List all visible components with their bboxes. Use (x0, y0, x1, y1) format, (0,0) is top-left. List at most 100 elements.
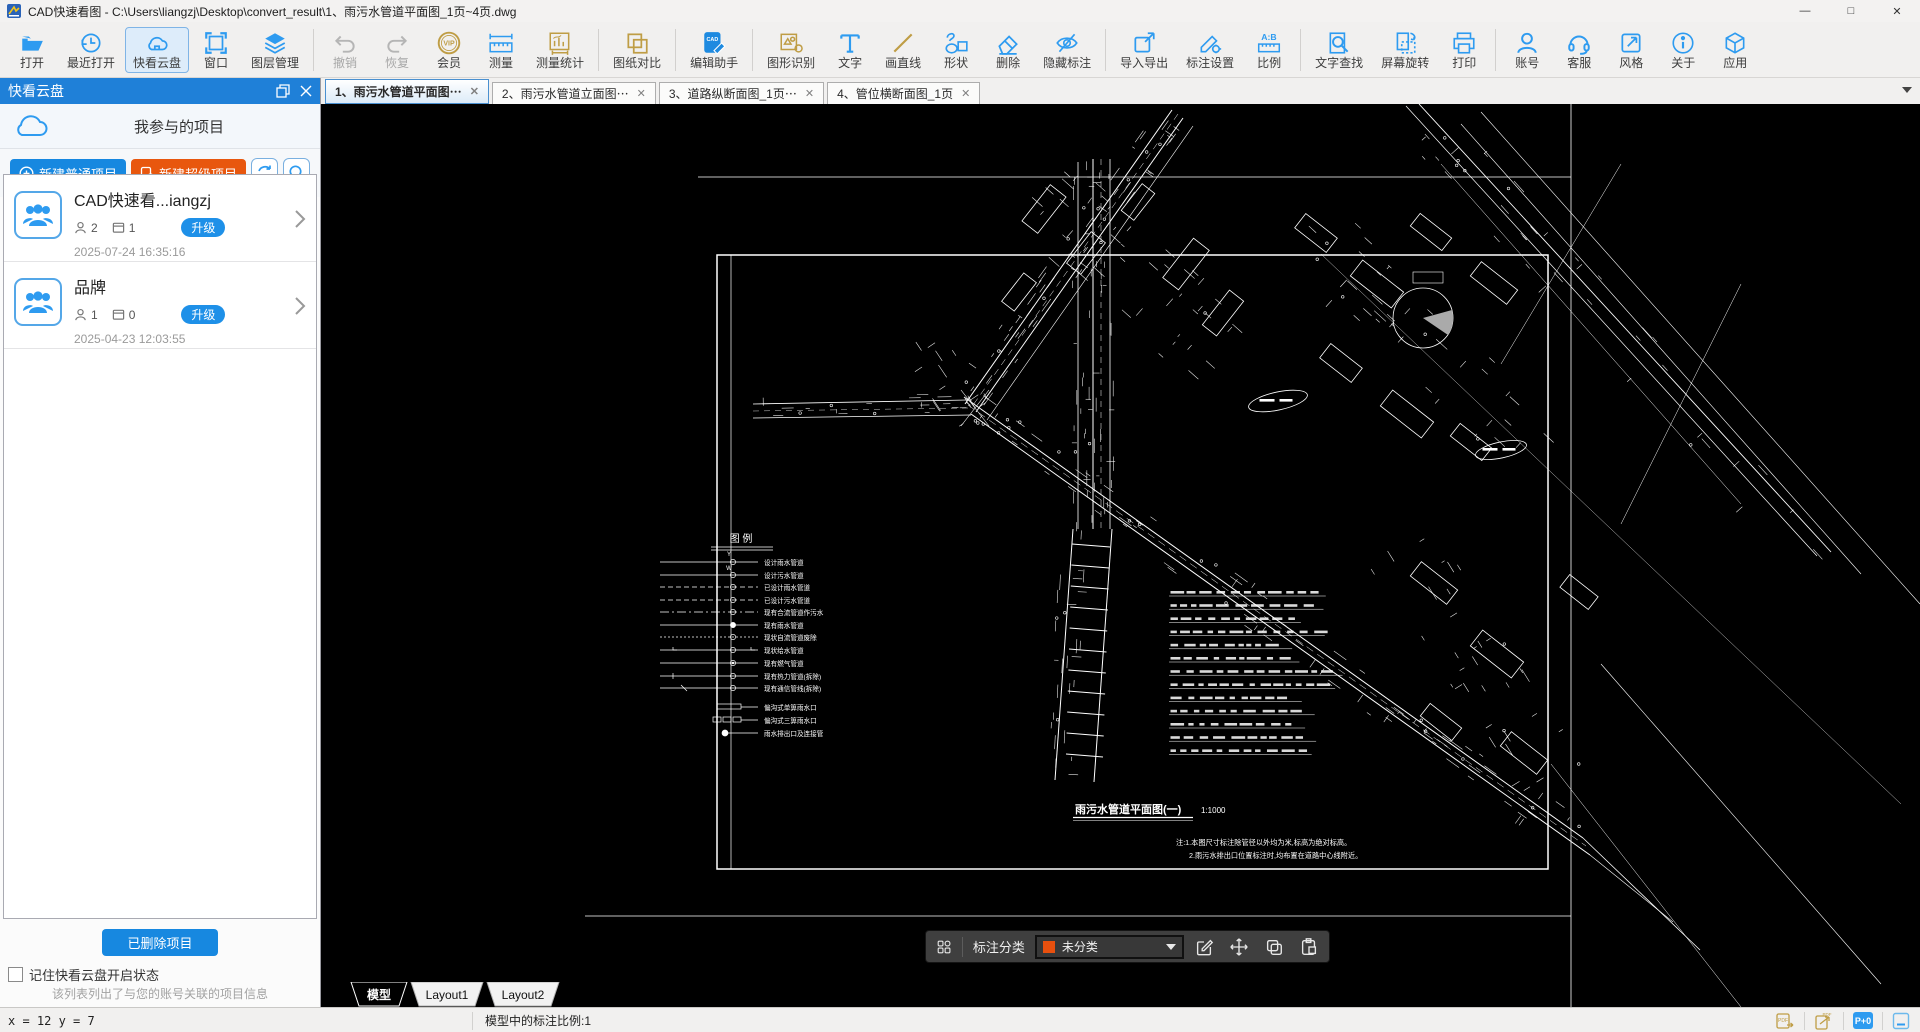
deleted-projects-button[interactable]: 已删除项目 (102, 929, 218, 956)
svg-text:雨水排出口及连接管: 雨水排出口及连接管 (764, 729, 824, 738)
maximize-button[interactable]: □ (1828, 0, 1874, 22)
scale-ab-icon: A:B (1258, 31, 1281, 52)
cloud-drive-panel: 快看云盘 我参与的项目 新建普通项目 新建超级项目 (0, 78, 321, 1007)
text-tool-button[interactable]: 文字 (825, 27, 875, 73)
float-panel-icon[interactable] (276, 84, 290, 98)
cloud-drive-button[interactable]: 快看云盘 (125, 26, 190, 73)
open-button[interactable]: 打开 (7, 27, 57, 73)
apps-button[interactable]: 应用 (1710, 27, 1760, 73)
shape-recognition-button[interactable]: 图形识别 (759, 27, 823, 73)
recent-open-button[interactable]: 最近打开 (59, 27, 123, 73)
close-button[interactable]: ✕ (1874, 0, 1920, 22)
tab-drawing-1[interactable]: 1、雨污水管道平面图⋯ ✕ (325, 79, 489, 104)
support-button[interactable]: 客服 (1554, 27, 1604, 73)
print-icon (1453, 31, 1475, 54)
panel-toggle-icon[interactable] (1892, 1012, 1910, 1030)
svg-text:现有热力管道(拆除): 现有热力管道(拆除) (764, 672, 821, 681)
measure-button[interactable]: 测量 (476, 27, 526, 73)
edit-assistant-button[interactable]: CAD 编辑助手 (682, 27, 746, 73)
scale-button[interactable]: A:B 比例 (1244, 27, 1294, 73)
annotation-bar-divider (962, 936, 963, 957)
annotation-grid-icon[interactable] (936, 936, 952, 958)
vip-member-button[interactable]: VIP 会员 (424, 27, 474, 73)
drawing-compare-button[interactable]: 图纸对比 (605, 27, 669, 73)
close-panel-icon[interactable] (300, 85, 312, 97)
tab-list-dropdown-icon[interactable] (1902, 87, 1912, 93)
cloud-outline-icon (17, 115, 48, 136)
screen-rotate-button[interactable]: 屏幕旋转 (1373, 27, 1437, 73)
window-button[interactable]: 窗口 (191, 27, 241, 73)
upgrade-badge[interactable]: 升级 (181, 305, 226, 324)
remember-checkbox[interactable] (8, 967, 23, 982)
about-info-icon (1672, 31, 1694, 54)
statusbar-separator (1804, 1011, 1805, 1030)
layout-tab-strip: 模型 Layout1 Layout2 (350, 982, 560, 1007)
import-export-button[interactable]: 导入导出 (1112, 27, 1176, 73)
annotation-category-label: 标注分类 (972, 940, 1025, 955)
svg-text:VIP: VIP (443, 40, 455, 47)
main-toolbar: 打开 最近打开 快看云盘 窗口 图层管理 撤销 恢复 VIP 会员 测量 测量统… (0, 22, 1920, 78)
text-tool-icon (840, 33, 860, 53)
cloud-panel-title: 快看云盘 (8, 83, 64, 99)
annotation-category-dropdown[interactable]: 未分类 (1034, 934, 1184, 959)
measure-stats-button[interactable]: 测量统计 (528, 27, 592, 73)
category-value: 未分类 (1061, 940, 1098, 954)
undo-icon (335, 35, 355, 53)
chevron-right-icon[interactable] (294, 296, 306, 316)
copy-annotation-icon[interactable] (1264, 937, 1284, 957)
svg-text:注:1.本图尺寸标注除管径以外均为米,标高为绝对标高。: 注:1.本图尺寸标注除管径以外均为米,标高为绝对标高。 (1176, 838, 1351, 847)
minimize-button[interactable]: — (1782, 0, 1828, 22)
project-avatar (14, 278, 62, 326)
svg-text:现状自流管道废除: 现状自流管道废除 (764, 633, 817, 642)
undo-button[interactable]: 撤销 (320, 27, 370, 73)
tab-close-icon[interactable]: ✕ (470, 85, 479, 98)
tab-close-icon[interactable]: ✕ (961, 87, 970, 100)
paste-annotation-icon[interactable] (1299, 937, 1319, 957)
tab-drawing-3[interactable]: 3、道路纵断面图_1页⋯ ✕ (658, 82, 825, 104)
style-button[interactable]: 风格 (1606, 27, 1656, 73)
toolbar-separator (1495, 28, 1497, 71)
drawings-icon (112, 222, 124, 233)
svg-text:现状给水管道: 现状给水管道 (764, 646, 804, 655)
move-annotation-icon[interactable] (1229, 937, 1249, 957)
upgrade-badge[interactable]: 升级 (181, 218, 226, 237)
cad-canvas[interactable]: 图 例 Y W 设计雨水管道 设计污水管道 已设计雨水管道 已设计污水管道 现有… (321, 104, 1920, 1007)
svg-text:偏沟式三箅雨水口: 偏沟式三箅雨水口 (764, 716, 817, 725)
redo-button[interactable]: 恢复 (372, 27, 422, 73)
svg-text:1:1000: 1:1000 (1201, 806, 1226, 815)
svg-text:2.雨污水排出口位置标注时,均布置在道路中心线附近。: 2.雨污水排出口位置标注时,均布置在道路中心线附近。 (1189, 851, 1362, 860)
p0-scale-badge[interactable]: P+0 (1853, 1012, 1873, 1029)
hide-annotations-button[interactable]: 隐藏标注 (1035, 27, 1099, 73)
shapes-button[interactable]: 形状 (931, 27, 981, 73)
toolbar-separator (598, 28, 600, 71)
style-icon (1621, 32, 1641, 53)
tab-close-icon[interactable]: ✕ (637, 87, 646, 100)
tab-drawing-4[interactable]: 4、管位横断面图_1页 ✕ (827, 82, 981, 104)
edit-assistant-icon: CAD (704, 31, 726, 55)
project-name: CAD快速看...iangzj (74, 193, 211, 210)
project-row-2[interactable]: 品牌 1 0 升级 2025-04-23 12:03:55 (4, 262, 316, 349)
delete-button[interactable]: 删除 (983, 27, 1033, 73)
layer-manager-button[interactable]: 图层管理 (243, 27, 307, 73)
svg-text:现有合流管道作污水: 现有合流管道作污水 (764, 608, 824, 617)
about-button[interactable]: 关于 (1658, 27, 1708, 73)
project-row-1[interactable]: CAD快速看...iangzj 2 1 升级 2025-07-24 16:35:… (4, 175, 316, 262)
svg-text:模型: 模型 (367, 987, 391, 1002)
edit-annotation-icon[interactable] (1194, 937, 1214, 957)
annotation-settings-button[interactable]: 标注设置 (1178, 27, 1242, 73)
panel-footer: 已删除项目 记住快看云盘开启状态 该列表列出了与您的账号关联的项目信息 (0, 921, 320, 1007)
pdf-export-icon[interactable]: PDF (1814, 1011, 1834, 1031)
cad-drawing[interactable]: 图 例 Y W 设计雨水管道 设计污水管道 已设计雨水管道 已设计污水管道 现有… (321, 104, 1920, 1007)
vip-icon: VIP (437, 31, 461, 54)
svg-text:现有燃气管道: 现有燃气管道 (764, 659, 804, 668)
tab-close-icon[interactable]: ✕ (805, 87, 814, 100)
find-text-button[interactable]: 文字查找 (1307, 27, 1371, 73)
account-button[interactable]: 账号 (1502, 27, 1552, 73)
chevron-right-icon[interactable] (294, 209, 306, 229)
toolbar-separator (1105, 28, 1107, 71)
pdf-convert-icon[interactable]: PDF (1775, 1011, 1795, 1031)
print-button[interactable]: 打印 (1439, 27, 1489, 73)
draw-line-button[interactable]: 画直线 (877, 27, 929, 73)
app-window: CAD快速看图 - C:\Users\liangzj\Desktop\conve… (0, 0, 1920, 1032)
tab-drawing-2[interactable]: 2、雨污水管道立面图⋯ ✕ (491, 82, 656, 104)
